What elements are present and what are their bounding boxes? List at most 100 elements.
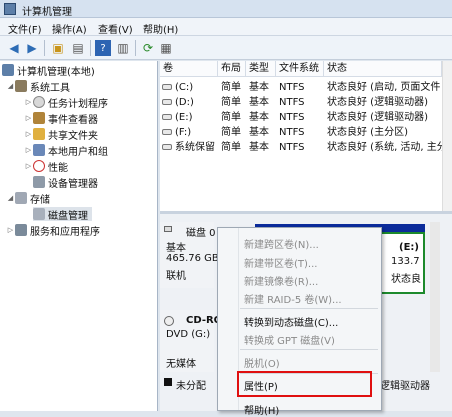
- table-cell: NTFS: [279, 127, 305, 138]
- tree-services-label: 服务和应用程序: [30, 226, 100, 238]
- tree-services[interactable]: ▷ 服务和应用程序: [6, 223, 100, 238]
- volume-name[interactable]: (F:): [162, 126, 220, 140]
- table-cell: 状态良好 (系统, 活动, 主分: [327, 142, 442, 153]
- scrollbar[interactable]: [430, 222, 440, 372]
- menu-offline[interactable]: 脱机(O): [244, 355, 280, 370]
- table-cell: 简单: [221, 142, 241, 153]
- show-hide-tree-icon[interactable]: ▤: [70, 40, 86, 56]
- volume-icon: [162, 144, 172, 150]
- tree-item-label: 本地用户和组: [48, 146, 108, 158]
- expand-arrow-icon[interactable]: ▷: [24, 114, 33, 122]
- menu-convert-dynamic[interactable]: 转换到动态磁盘(C)...: [244, 314, 338, 329]
- table-cell: NTFS: [279, 97, 305, 108]
- table-cell: 状态良好 (逻辑驱动器): [327, 112, 428, 123]
- scrollbar[interactable]: [442, 61, 452, 211]
- volume-name[interactable]: (E:): [162, 111, 220, 125]
- volume-label: (F:): [175, 127, 192, 138]
- toolbar-separator: [90, 40, 91, 56]
- up-folder-icon[interactable]: ▣: [50, 40, 66, 56]
- collapse-arrow-icon[interactable]: ◢: [6, 82, 15, 90]
- tree-item-label: 任务计划程序: [48, 98, 108, 110]
- menu-help[interactable]: 帮助(H): [244, 402, 279, 417]
- table-cell: NTFS: [279, 82, 305, 93]
- tree-item-label: 设备管理器: [48, 178, 98, 190]
- expand-arrow-icon[interactable]: ▷: [24, 130, 33, 138]
- tree-storage[interactable]: ◢ 存储: [6, 191, 50, 206]
- expand-arrow-icon[interactable]: ▷: [6, 226, 15, 234]
- tree-event-viewer[interactable]: ▷ 事件查看器: [24, 111, 98, 126]
- menu-bar: 文件(F) 操作(A) 查看(V) 帮助(H): [0, 18, 452, 36]
- tree-task-scheduler[interactable]: ▷ 任务计划程序: [24, 95, 108, 110]
- table-cell: 基本: [249, 127, 269, 138]
- menu-new-raid5-volume[interactable]: 新建 RAID-5 卷(W)...: [244, 291, 342, 306]
- cdrom-type: DVD (G:): [166, 329, 211, 340]
- table-cell: 基本: [249, 112, 269, 123]
- collapse-arrow-icon[interactable]: ◢: [6, 194, 15, 202]
- volume-name[interactable]: (D:): [162, 96, 220, 110]
- forward-icon[interactable]: ▶: [24, 40, 40, 56]
- menu-new-striped-volume[interactable]: 新建带区卷(T)...: [244, 255, 317, 270]
- menu-action[interactable]: 操作(A): [52, 21, 87, 36]
- legend-logical: 逻辑驱动器: [380, 381, 430, 392]
- tree-disk-management[interactable]: 磁盘管理: [33, 207, 92, 222]
- disk0-label[interactable]: 磁盘 0 基本 465.76 GB 联机: [160, 222, 219, 288]
- table-cell: 状态良好 (主分区): [327, 127, 408, 138]
- tree-performance[interactable]: ▷ 性能: [24, 159, 68, 174]
- properties-highlight-box: [237, 371, 372, 397]
- menu-new-mirrored-volume[interactable]: 新建镜像卷(R)...: [244, 273, 318, 288]
- expand-arrow-icon[interactable]: ▷: [24, 146, 33, 154]
- properties-icon[interactable]: ▥: [115, 40, 131, 56]
- menu-help[interactable]: 帮助(H): [143, 21, 178, 36]
- device-manager-icon: [33, 176, 45, 188]
- table-cell: 状态良好 (逻辑驱动器): [327, 97, 428, 108]
- services-icon: [15, 224, 27, 236]
- table-cell: 简单: [221, 112, 241, 123]
- column-header-type[interactable]: 类型: [246, 61, 276, 77]
- export-icon[interactable]: ▦: [158, 40, 174, 56]
- tree-item-label: 共享文件夹: [48, 130, 98, 142]
- table-cell: 简单: [221, 82, 241, 93]
- tree-device-manager[interactable]: 设备管理器: [33, 175, 98, 190]
- event-viewer-icon: [33, 112, 45, 124]
- refresh-icon[interactable]: ⟳: [140, 40, 156, 56]
- tree-shared-folders[interactable]: ▷ 共享文件夹: [24, 127, 98, 142]
- toolbar: ◀ ▶ ▣ ▤ ? ▥ ⟳ ▦: [0, 36, 452, 60]
- disk0-size: 465.76 GB: [166, 253, 219, 264]
- partition-e-size: 133.7: [391, 256, 420, 267]
- cdrom-label[interactable]: CD-RO DVD (G:) 无媒体: [160, 310, 222, 372]
- column-header-layout[interactable]: 布局: [218, 61, 246, 77]
- table-cell: NTFS: [279, 112, 305, 123]
- volume-icon: [162, 129, 172, 135]
- disk0-name: 磁盘 0: [186, 228, 216, 239]
- volume-icon: [162, 84, 172, 90]
- menu-file[interactable]: 文件(F): [8, 21, 42, 36]
- volume-label: (E:): [175, 112, 193, 123]
- cdrom-icon: [164, 316, 174, 326]
- volume-label: 系统保留: [175, 142, 215, 153]
- menu-separator: [240, 349, 378, 350]
- column-header-volume[interactable]: 卷: [160, 61, 218, 77]
- help-icon[interactable]: ?: [95, 40, 111, 56]
- computer-icon: [2, 64, 14, 76]
- column-header-status[interactable]: 状态: [324, 61, 442, 77]
- volume-name[interactable]: 系统保留: [162, 141, 220, 155]
- navigation-tree: 计算机管理(本地) ◢ 系统工具 ▷ 任务计划程序 ▷ 事件查看器 ▷ 共享文件…: [0, 61, 158, 411]
- expand-arrow-icon[interactable]: ▷: [24, 98, 33, 106]
- menu-new-spanned-volume[interactable]: 新建跨区卷(N)...: [244, 236, 319, 251]
- back-icon[interactable]: ◀: [6, 40, 22, 56]
- tree-local-users[interactable]: ▷ 本地用户和组: [24, 143, 108, 158]
- tree-root[interactable]: 计算机管理(本地): [2, 63, 95, 78]
- column-header-filesystem[interactable]: 文件系统: [276, 61, 324, 77]
- table-cell: 基本: [249, 142, 269, 153]
- performance-icon: [33, 160, 45, 172]
- title-bar: 计算机管理: [0, 0, 452, 18]
- table-cell: 基本: [249, 97, 269, 108]
- volume-name[interactable]: (C:): [162, 81, 220, 95]
- menu-view[interactable]: 查看(V): [98, 21, 133, 36]
- partition-e-status: 状态良: [391, 274, 421, 285]
- disk-icon: [164, 226, 172, 232]
- expand-arrow-icon[interactable]: ▷: [24, 162, 33, 170]
- computer-management-icon: [4, 3, 16, 15]
- menu-convert-gpt[interactable]: 转换成 GPT 磁盘(V): [244, 332, 335, 347]
- tree-system-tools[interactable]: ◢ 系统工具: [6, 79, 70, 94]
